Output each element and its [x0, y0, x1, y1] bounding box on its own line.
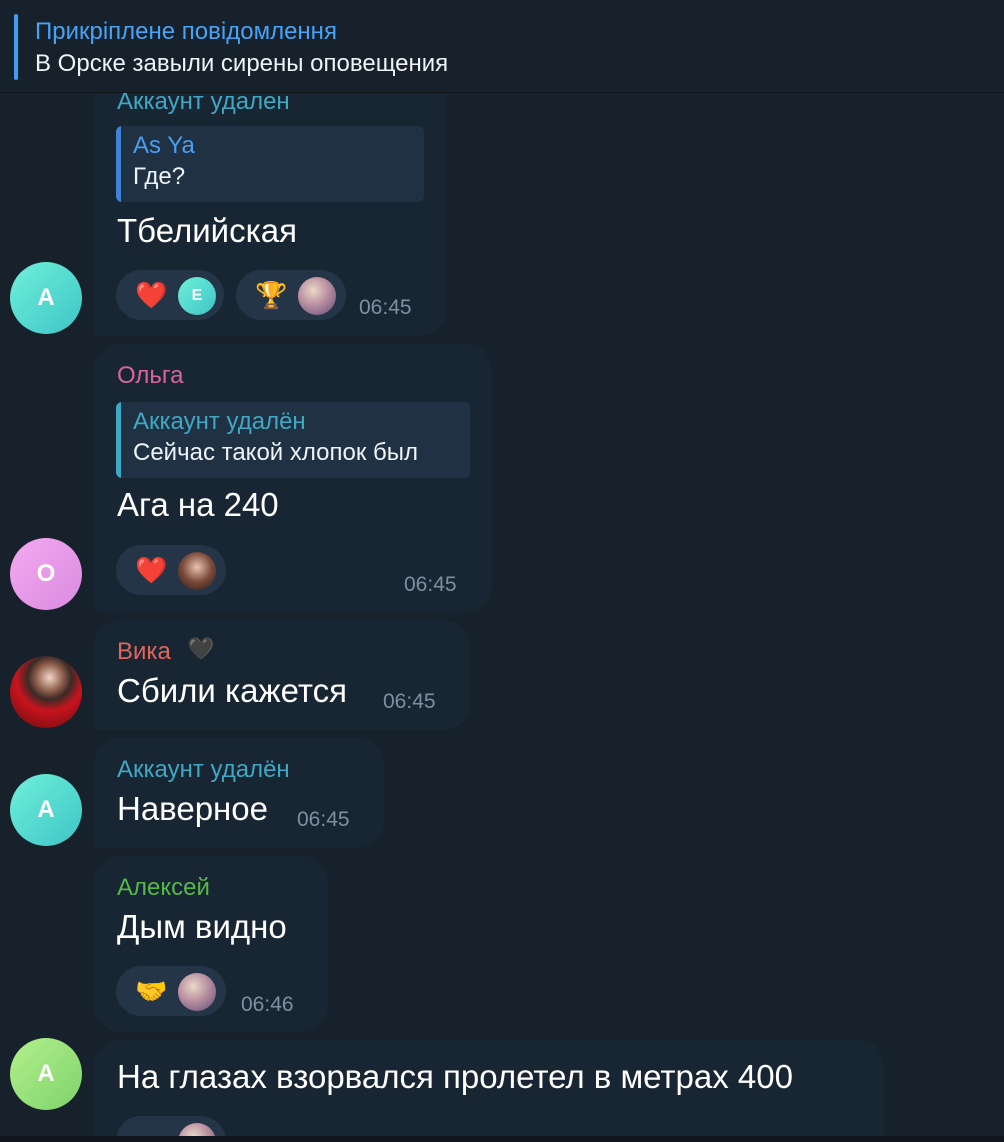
message-time: 06:45 [404, 573, 457, 596]
message-bubble[interactable]: На глазах взорвался пролетел в метрах 40… [94, 1040, 884, 1142]
message-time: 06:46 [241, 993, 294, 1016]
pinned-title: Прикріплене повідомлення [35, 18, 337, 45]
reply-sender: As Ya [133, 132, 195, 159]
avatar[interactable]: А [10, 1038, 82, 1110]
message-text: Ага на 240 [117, 486, 279, 523]
avatar[interactable]: А [10, 262, 82, 334]
message-text: Дым видно [117, 908, 287, 945]
message-bubble[interactable]: Аккаунт удален As Ya Где? Тбелийская ❤️ … [94, 60, 446, 336]
pinned-text: В Орске завыли сирены оповещения [35, 50, 449, 77]
reactor-avatar: E [178, 277, 216, 315]
reply-bar [116, 402, 121, 478]
pinned-bar [14, 14, 18, 80]
message-text: На глазах взорвался пролетел в метрах 40… [117, 1058, 793, 1095]
avatar[interactable]: А [10, 774, 82, 846]
handshake-icon: 🤝 [135, 976, 168, 1006]
reply-quote[interactable]: As Ya Где? [116, 126, 424, 202]
reply-bar [116, 126, 121, 202]
reactor-avatar-photo [298, 277, 336, 315]
message-bubble[interactable]: Ольга Аккаунт удалён Сейчас такой хлопок… [94, 344, 492, 612]
message-time: 06:45 [359, 296, 412, 319]
sender-name[interactable]: Аккаунт удалён [117, 756, 290, 784]
reply-sender: Аккаунт удалён [133, 408, 306, 435]
composer-divider [0, 1136, 1004, 1142]
reactor-avatar-photo [178, 973, 216, 1011]
reply-text: Сейчас такой хлопок был [133, 439, 418, 466]
pinned-message[interactable]: Прикріплене повідомлення В Орске завыли … [0, 0, 1004, 93]
message-bubble[interactable]: Вика 🖤 Сбили кажется 06:45 [94, 620, 470, 730]
message-bubble[interactable]: Алексей Дым видно 🤝 06:46 [94, 856, 328, 1032]
reaction-heart[interactable]: ❤️ E [116, 270, 224, 320]
sender-name[interactable]: Алексей [117, 874, 210, 902]
avatar-photo[interactable] [10, 656, 82, 728]
sender-name[interactable]: Вика [117, 638, 171, 666]
heart-badge-icon: 🖤 [187, 636, 215, 661]
heart-icon: ❤️ [135, 280, 168, 310]
reaction-heart[interactable]: ❤️ [116, 545, 226, 595]
reply-quote[interactable]: Аккаунт удалён Сейчас такой хлопок был [116, 402, 470, 478]
reply-text: Где? [133, 163, 186, 190]
reaction-handshake[interactable]: 🤝 [116, 966, 226, 1016]
reaction-trophy[interactable]: 🏆 [236, 270, 346, 320]
chat-history[interactable]: Аккаунт удален As Ya Где? Тбелийская ❤️ … [0, 0, 1004, 1142]
message-text: Наверное [117, 790, 268, 827]
message-text: Сбили кажется [117, 672, 347, 709]
reactor-avatar-photo [178, 552, 216, 590]
message-time: 06:45 [297, 808, 350, 831]
trophy-icon: 🏆 [255, 280, 288, 310]
sender-name[interactable]: Ольга [117, 362, 183, 390]
message-bubble[interactable]: Аккаунт удалён Наверное 06:45 [94, 738, 384, 848]
message-text: Тбелийская [117, 212, 297, 249]
avatar[interactable]: О [10, 538, 82, 610]
heart-icon: ❤️ [135, 555, 168, 585]
message-time: 06:45 [383, 690, 436, 713]
